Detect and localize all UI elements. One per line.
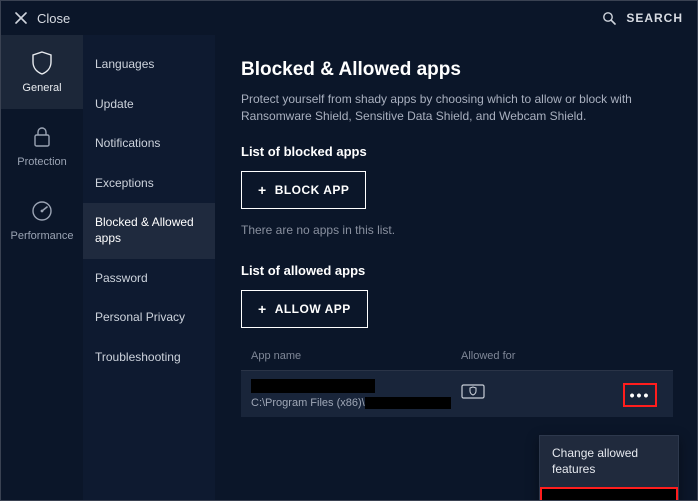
col-app-name: App name xyxy=(251,350,451,362)
main-panel: Blocked & Allowed apps Protect yourself … xyxy=(215,35,697,500)
sidebar-item-personal-privacy[interactable]: Personal Privacy xyxy=(83,298,215,338)
close-label[interactable]: Close xyxy=(37,11,70,26)
sidebar-item-update[interactable]: Update xyxy=(83,85,215,125)
col-allowed-for: Allowed for xyxy=(461,350,663,362)
sidebar-item-password[interactable]: Password xyxy=(83,259,215,299)
lock-icon xyxy=(29,124,55,150)
block-app-button[interactable]: + BLOCK APP xyxy=(241,171,366,209)
page-title: Blocked & Allowed apps xyxy=(241,59,673,81)
sidebar-item-troubleshooting[interactable]: Troubleshooting xyxy=(83,338,215,378)
plus-icon: + xyxy=(258,301,267,317)
app-path: C:\Program Files (x86)\ xyxy=(251,397,451,409)
rail-label: Protection xyxy=(17,156,67,168)
app-path-prefix: C:\Program Files (x86)\ xyxy=(251,397,365,409)
rail-label: Performance xyxy=(11,230,74,242)
plus-icon: + xyxy=(258,182,267,198)
webcam-shield-icon xyxy=(461,387,485,404)
blocked-empty-text: There are no apps in this list. xyxy=(241,223,673,237)
rail-item-protection[interactable]: Protection xyxy=(1,109,83,183)
page-description: Protect yourself from shady apps by choo… xyxy=(241,91,671,126)
app-path-redacted xyxy=(365,397,451,409)
sidebar-item-notifications[interactable]: Notifications xyxy=(83,124,215,164)
gauge-icon xyxy=(29,198,55,224)
menu-change-allowed-features[interactable]: Change allowed features xyxy=(540,436,678,487)
rail-item-performance[interactable]: Performance xyxy=(1,183,83,257)
allow-app-button[interactable]: + ALLOW APP xyxy=(241,290,368,328)
allowed-app-row[interactable]: C:\Program Files (x86)\ ••• xyxy=(241,370,673,417)
ellipsis-icon: ••• xyxy=(630,388,651,402)
row-more-button[interactable]: ••• xyxy=(623,383,657,407)
block-app-label: BLOCK APP xyxy=(275,183,350,197)
sidebar-item-exceptions[interactable]: Exceptions xyxy=(83,164,215,204)
allowed-table-header: App name Allowed for xyxy=(241,342,673,370)
row-context-menu: Change allowed features Remove xyxy=(539,435,679,500)
settings-sidebar: Languages Update Notifications Exception… xyxy=(83,35,215,500)
left-rail: General Protection Performance xyxy=(1,35,83,500)
search-label[interactable]: SEARCH xyxy=(626,11,683,25)
shield-icon xyxy=(29,50,55,76)
sidebar-item-blocked-allowed-apps[interactable]: Blocked & Allowed apps xyxy=(83,203,215,258)
sidebar-item-languages[interactable]: Languages xyxy=(83,45,215,85)
rail-label: General xyxy=(22,82,61,94)
allow-app-label: ALLOW APP xyxy=(275,302,351,316)
app-name-redacted xyxy=(251,379,375,393)
blocked-title: List of blocked apps xyxy=(241,144,673,159)
menu-remove[interactable]: Remove xyxy=(540,487,678,500)
allowed-title: List of allowed apps xyxy=(241,263,673,278)
rail-item-general[interactable]: General xyxy=(1,35,83,109)
search-icon[interactable] xyxy=(602,11,616,25)
close-icon[interactable] xyxy=(15,12,27,24)
